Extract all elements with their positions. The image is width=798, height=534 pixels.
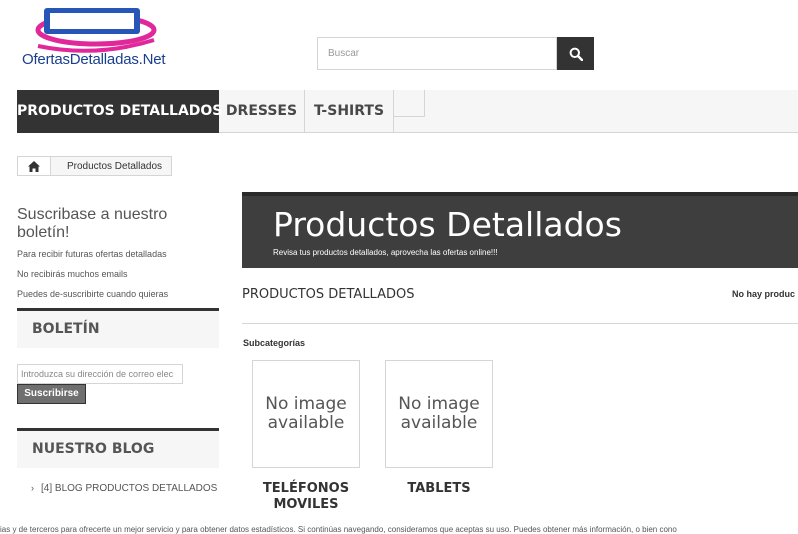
breadcrumb-home[interactable] xyxy=(18,157,51,175)
subcategory-name[interactable]: TABLETS xyxy=(385,481,493,497)
newsletter-title: Suscribase a nuestro boletín! xyxy=(17,206,168,241)
chevron-right-icon: › xyxy=(31,483,34,493)
breadcrumb: Productos Detallados xyxy=(17,156,173,176)
category-description: Revisa tus productos detallados, aprovec… xyxy=(273,248,498,257)
blog-block-title: NUESTRO BLOG xyxy=(17,428,219,468)
newsletter-line: No recibirás muchos emails xyxy=(17,269,128,279)
home-icon xyxy=(28,160,40,172)
search-icon xyxy=(569,47,583,61)
search-button[interactable] xyxy=(557,37,594,70)
no-image-text: No image available xyxy=(398,394,480,433)
newsletter-block-title: BOLETÍN xyxy=(17,308,219,348)
subcategory-image[interactable]: No image available xyxy=(252,360,360,468)
divider xyxy=(242,323,798,324)
logo-text: OfertasDetalladas.Net xyxy=(22,51,166,68)
subscribe-button[interactable]: Suscribirse xyxy=(17,384,86,404)
newsletter-line: Para recibir futuras ofertas detalladas xyxy=(17,249,167,259)
search-input[interactable]: Buscar xyxy=(317,37,557,70)
logo-graphic xyxy=(35,8,157,53)
blog-link[interactable]: [4] BLOG PRODUCTOS DETALLADOS xyxy=(41,483,217,494)
no-image-text: No image available xyxy=(265,394,347,433)
menu-item-dresses[interactable]: DRESSES xyxy=(219,90,305,133)
cookie-notice: ias y de terceros para ofrecerte un mejo… xyxy=(0,525,677,534)
menu-item-productos-detallados[interactable]: PRODUCTOS DETALLADOS xyxy=(17,90,222,133)
newsletter-email-input[interactable]: Introduzca su dirección de correo elec xyxy=(17,364,183,384)
subcategory-name[interactable]: TELÉFONOS MOVILES xyxy=(252,481,360,513)
category-heading: PRODUCTOS DETALLADOS xyxy=(242,287,415,302)
breadcrumb-current: Productos Detallados xyxy=(67,160,163,172)
subcategory-image[interactable]: No image available xyxy=(385,360,493,468)
category-title: Productos Detallados xyxy=(273,205,622,244)
product-count: No hay produc xyxy=(732,289,796,299)
newsletter-line: Puedes de-suscribirte cuando quieras xyxy=(17,289,169,299)
menu-item-t-shirts[interactable]: T-SHIRTS xyxy=(305,90,394,133)
subcategories-label: Subcategorías xyxy=(243,338,306,348)
menu-item-empty[interactable] xyxy=(394,90,425,117)
